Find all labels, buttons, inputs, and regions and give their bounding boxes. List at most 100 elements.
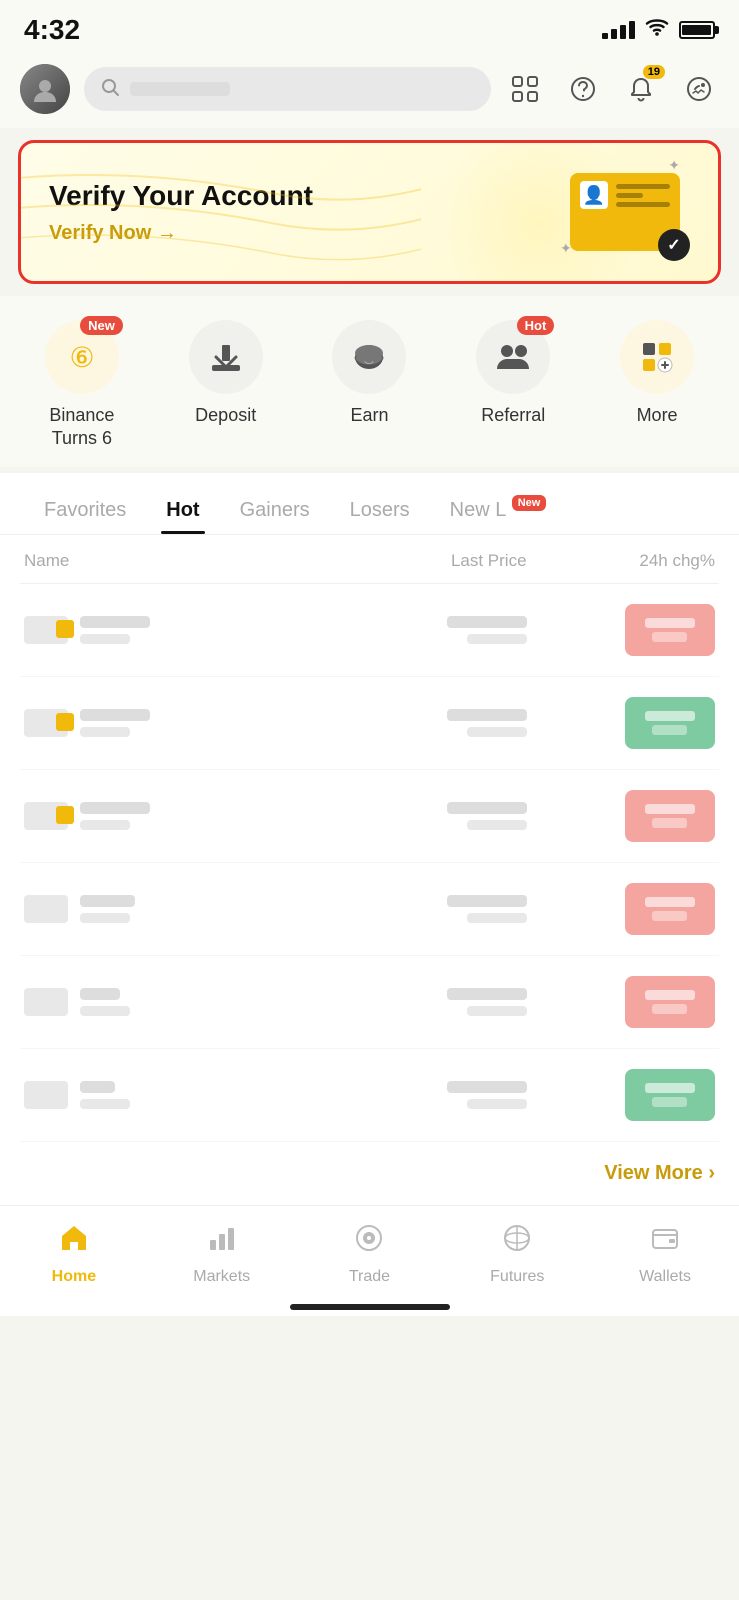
coin-icon — [24, 1081, 68, 1109]
avatar[interactable] — [20, 64, 70, 114]
verify-banner[interactable]: Verify Your Account Verify Now → 👤 ✓ ✦ ✦ — [18, 140, 721, 284]
sparkle-icon: ✦ — [668, 157, 680, 174]
deposit-icon-wrap — [189, 320, 263, 394]
nav-home-label: Home — [52, 1268, 96, 1286]
verify-title: Verify Your Account — [49, 180, 313, 212]
quick-actions: ⑥ New BinanceTurns 6 Deposit Earn — [0, 296, 739, 467]
notification-badge: 19 — [643, 65, 665, 79]
header: 19 — [0, 54, 739, 128]
support-button[interactable] — [563, 69, 603, 109]
home-bar — [290, 1304, 450, 1310]
action-binance6[interactable]: ⑥ New BinanceTurns 6 — [17, 320, 147, 451]
header-icons: 19 — [505, 69, 719, 109]
table-row[interactable] — [20, 1049, 719, 1142]
tab-favorites[interactable]: Favorites — [24, 487, 146, 534]
nav-home[interactable]: Home — [9, 1222, 139, 1286]
battery-icon — [679, 21, 715, 39]
action-referral[interactable]: Hot Referral — [448, 320, 578, 451]
status-bar: 4:32 — [0, 0, 739, 54]
coin-name-cell — [24, 709, 275, 737]
price-cell — [275, 802, 526, 830]
table-row[interactable] — [20, 677, 719, 770]
price-cell — [275, 709, 526, 737]
wallets-icon — [649, 1222, 681, 1262]
col-name: Name — [24, 551, 275, 571]
market-section: Favorites Hot Gainers Losers New L New N… — [0, 473, 739, 1205]
binance6-label: BinanceTurns 6 — [49, 404, 114, 451]
price-cell — [275, 1081, 526, 1109]
nav-markets[interactable]: Markets — [157, 1222, 287, 1286]
coin-icon — [24, 616, 68, 644]
earn-label: Earn — [350, 404, 388, 427]
coin-icon — [24, 895, 68, 923]
home-indicator — [0, 1294, 739, 1316]
notifications-button[interactable]: 19 — [621, 69, 661, 109]
referral-label: Referral — [481, 404, 545, 427]
status-time: 4:32 — [24, 14, 80, 46]
coin-labels — [80, 1081, 130, 1109]
col-price: Last Price — [275, 551, 526, 571]
market-table: Name Last Price 24h chg% — [0, 535, 739, 1142]
change-cell — [527, 883, 715, 935]
wifi-icon — [645, 17, 669, 43]
change-cell — [527, 1069, 715, 1121]
coin-labels — [80, 616, 150, 644]
markets-icon — [206, 1222, 238, 1262]
coin-name-cell — [24, 616, 275, 644]
binance6-icon-wrap: ⑥ New — [45, 320, 119, 394]
change-cell — [527, 697, 715, 749]
table-row[interactable] — [20, 770, 719, 863]
more-label: More — [637, 404, 678, 427]
trade-icon — [353, 1222, 385, 1262]
verify-image: 👤 ✓ ✦ ✦ — [560, 167, 690, 257]
checkmark-icon: ✓ — [658, 229, 690, 261]
coin-labels — [80, 709, 150, 737]
view-more-text[interactable]: View More › — [604, 1162, 715, 1184]
table-row[interactable] — [20, 863, 719, 956]
tab-new[interactable]: New L New — [430, 487, 545, 534]
action-more[interactable]: More — [592, 320, 722, 451]
new-tab-badge: New — [512, 495, 547, 511]
signal-icon — [602, 21, 635, 39]
nav-markets-label: Markets — [193, 1268, 250, 1286]
tab-hot[interactable]: Hot — [146, 487, 219, 534]
coin-name-cell — [24, 895, 275, 923]
verify-text: Verify Your Account Verify Now → — [49, 180, 313, 245]
change-cell — [527, 790, 715, 842]
bottom-nav: Home Markets Trade — [0, 1205, 739, 1294]
table-row[interactable] — [20, 956, 719, 1049]
tab-gainers[interactable]: Gainers — [220, 487, 330, 534]
nav-futures[interactable]: Futures — [452, 1222, 582, 1286]
fullscreen-button[interactable] — [505, 69, 545, 109]
sparkle-icon-2: ✦ — [560, 240, 572, 257]
coin-name-cell — [24, 1081, 275, 1109]
price-cell — [275, 895, 526, 923]
referral-icon-wrap: Hot — [476, 320, 550, 394]
search-icon — [100, 77, 120, 102]
search-placeholder — [130, 82, 230, 96]
nav-wallets-label: Wallets — [639, 1268, 691, 1286]
view-more[interactable]: View More › — [0, 1142, 739, 1205]
futures-icon — [501, 1222, 533, 1262]
change-cell — [527, 604, 715, 656]
table-row[interactable] — [20, 584, 719, 677]
action-earn[interactable]: Earn — [304, 320, 434, 451]
coin-labels — [80, 988, 130, 1016]
tab-losers[interactable]: Losers — [330, 487, 430, 534]
svg-text:⑥: ⑥ — [69, 342, 94, 373]
change-cell — [527, 976, 715, 1028]
deposit-label: Deposit — [195, 404, 256, 427]
coin-labels — [80, 895, 135, 923]
col-change: 24h chg% — [527, 551, 715, 571]
search-bar[interactable] — [84, 67, 491, 111]
price-cell — [275, 616, 526, 644]
nav-trade-label: Trade — [349, 1268, 390, 1286]
action-deposit[interactable]: Deposit — [161, 320, 291, 451]
qr-button[interactable] — [679, 69, 719, 109]
nav-trade[interactable]: Trade — [304, 1222, 434, 1286]
nav-wallets[interactable]: Wallets — [600, 1222, 730, 1286]
verify-link[interactable]: Verify Now → — [49, 222, 177, 244]
hot-badge: Hot — [517, 316, 555, 335]
price-cell — [275, 988, 526, 1016]
more-icon-wrap — [620, 320, 694, 394]
